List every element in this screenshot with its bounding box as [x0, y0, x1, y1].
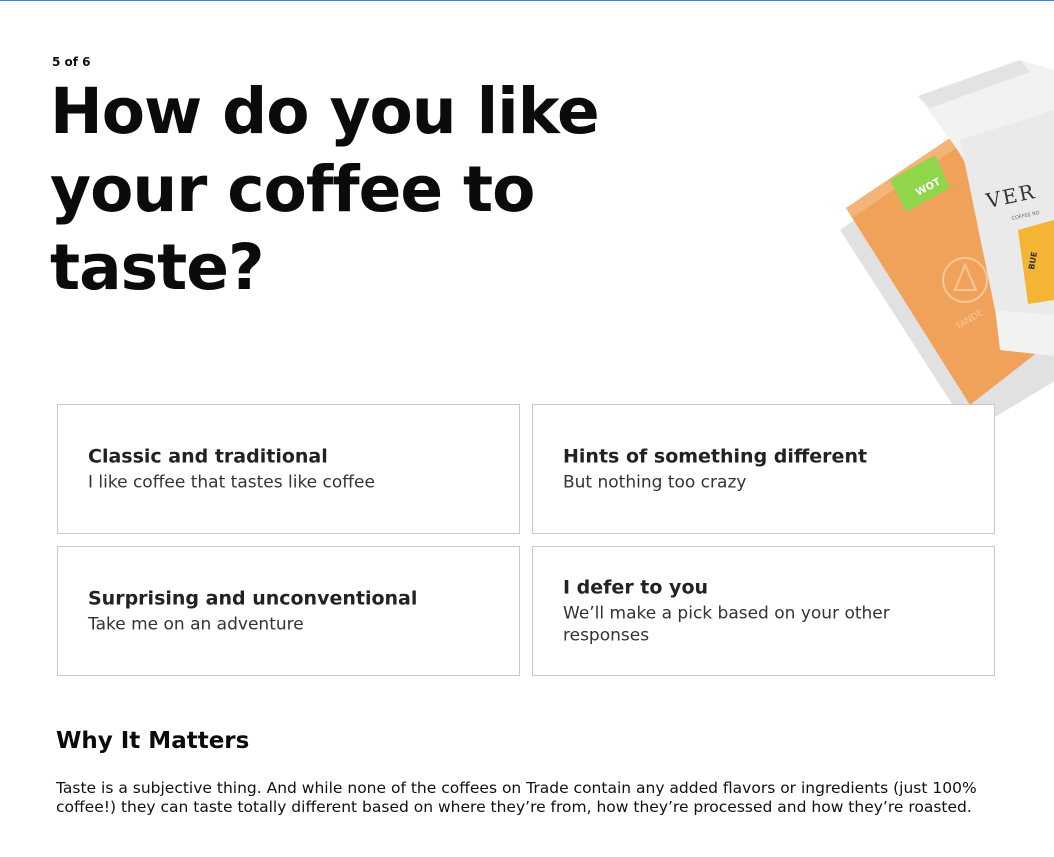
why-it-matters-body: Taste is a subjective thing. And while n… [56, 779, 977, 816]
coffee-bags-image: WOT TANDE VER COFFEE RO BUE [830, 60, 1054, 440]
step-indicator: 5 of 6 [52, 55, 91, 69]
option-hints-of-something-different[interactable]: Hints of something different But nothing… [532, 404, 995, 534]
coffee-bags-illustration: WOT TANDE VER COFFEE RO BUE [840, 60, 1054, 432]
option-title: I defer to you [563, 576, 709, 599]
question-heading: How do you like your coffee to taste? [50, 75, 600, 304]
option-i-defer-to-you[interactable]: I defer to you We’ll make a pick based o… [532, 546, 995, 676]
option-classic-and-traditional[interactable]: Classic and traditional I like coffee th… [57, 404, 520, 534]
option-description: I like coffee that tastes like coffee [88, 472, 375, 493]
option-title: Classic and traditional [88, 445, 328, 468]
option-title: Surprising and unconventional [88, 587, 418, 610]
option-description: But nothing too crazy [563, 472, 747, 493]
why-it-matters-heading: Why It Matters [56, 728, 250, 754]
option-title: Hints of something different [563, 445, 868, 468]
option-surprising-and-unconventional[interactable]: Surprising and unconventional Take me on… [57, 546, 520, 676]
option-description: Take me on an adventure [88, 614, 304, 635]
option-description: We’ll make a pick based on your other re… [563, 603, 890, 646]
top-border [0, 0, 1054, 1]
